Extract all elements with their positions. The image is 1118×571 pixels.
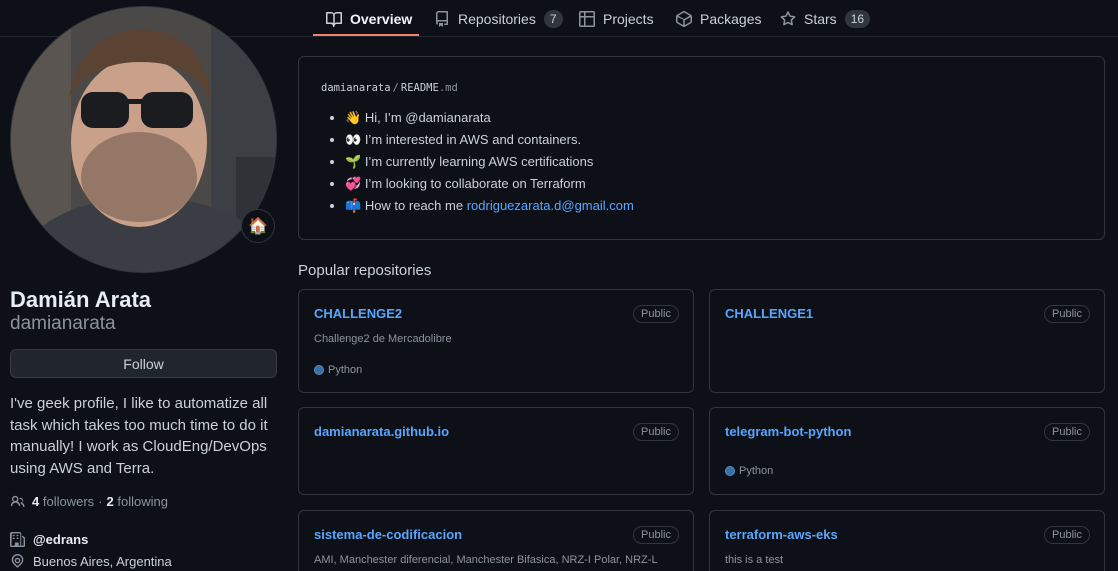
list-item: 🌱 I’m currently learning AWS certificati… <box>345 151 634 173</box>
followers-label: followers <box>42 494 95 509</box>
followers-count: 4 <box>32 494 40 509</box>
list-item: 💞️ I’m looking to collaborate on Terrafo… <box>345 173 634 195</box>
repo-card: telegram-bot-python Public Python <box>709 407 1105 495</box>
tab-label: Repositories <box>458 10 536 27</box>
language-color-dot <box>314 365 324 375</box>
tab-label: Stars <box>804 10 837 27</box>
tab-label: Packages <box>700 10 762 27</box>
repo-icon <box>436 10 448 27</box>
list-item: 👋 Hi, I’m @damianarata <box>345 107 634 129</box>
profile-bio: I've geek profile, I like to automatize … <box>10 395 268 477</box>
repo-name-link[interactable]: telegram-bot-python <box>725 424 851 439</box>
repo-name-link[interactable]: sistema-de-codificacion <box>314 527 462 542</box>
vcard-location: Buenos Aires, Argentina <box>10 554 172 569</box>
readme-owner-link[interactable]: damianarata <box>321 82 391 94</box>
readme-file-ext: .md <box>438 82 458 94</box>
follow-button[interactable]: Follow <box>10 349 277 378</box>
wave-icon: 👋 <box>345 110 362 125</box>
repo-description: AMI, Manchester diferencial, Manchester … <box>314 554 658 566</box>
tab-repositories[interactable]: Repositories 7 <box>434 0 563 37</box>
tab-projects[interactable]: Projects <box>579 0 654 37</box>
profile-fullname: Damián Arata <box>10 287 152 312</box>
following-label: following <box>117 494 168 509</box>
repo-language: Python <box>314 364 362 376</box>
organization-icon <box>10 532 25 547</box>
active-tab-indicator <box>313 34 419 36</box>
visibility-badge: Public <box>1044 423 1090 441</box>
package-icon <box>676 10 692 27</box>
readme-path: damianarata / README.md <box>321 82 458 94</box>
house-icon: 🏠 <box>248 218 268 235</box>
location-text: Buenos Aires, Argentina <box>33 554 172 569</box>
organization-link[interactable]: @edrans <box>33 532 88 547</box>
tab-overview[interactable]: Overview <box>326 0 412 37</box>
visibility-badge: Public <box>1044 526 1090 544</box>
repo-language: Python <box>725 465 773 477</box>
mailbox-icon: 📫 <box>345 198 362 213</box>
repo-card: CHALLENGE1 Public <box>709 289 1105 393</box>
repo-card: damianarata.github.io Public <box>298 407 694 495</box>
language-color-dot <box>725 466 735 476</box>
repo-card: sistema-de-codificacion Public AMI, Manc… <box>298 510 694 571</box>
separator-dot: · <box>98 494 103 509</box>
visibility-badge: Public <box>1044 305 1090 323</box>
seedling-icon: 🌱 <box>345 154 362 169</box>
tab-label: Overview <box>350 10 413 27</box>
profile-readme: damianarata/README.md 👋 Hi, I’m @damiana… <box>298 56 1105 240</box>
repo-description: this is a test <box>725 554 784 566</box>
following-link[interactable]: 2 following <box>107 494 168 509</box>
repositories-count-badge: 7 <box>543 9 563 28</box>
follow-stats: 4 followers · 2 following <box>10 494 168 509</box>
book-icon <box>326 11 342 27</box>
visibility-badge: Public <box>633 526 679 544</box>
eyes-icon: 👀 <box>345 132 362 147</box>
followers-link[interactable]: 4 followers <box>32 494 94 509</box>
repo-name-link[interactable]: terraform-aws-eks <box>725 527 838 542</box>
table-icon <box>579 10 595 27</box>
repo-name-link[interactable]: CHALLENGE2 <box>314 306 402 321</box>
stars-count-badge: 16 <box>844 9 871 28</box>
path-separator: / <box>392 82 399 94</box>
people-icon <box>10 495 25 508</box>
email-link[interactable]: rodriguezarata.d@gmail.com <box>467 198 634 213</box>
visibility-badge: Public <box>633 423 679 441</box>
profile-username: damianarata <box>10 313 116 334</box>
hearts-icon: 💞️ <box>345 176 362 191</box>
repo-card: CHALLENGE2 Public Challenge2 de Mercadol… <box>298 289 694 393</box>
tab-label: Projects <box>603 10 654 27</box>
status-emoji-button[interactable]: 🏠 <box>241 209 275 243</box>
avatar-photo <box>11 7 276 272</box>
list-item: 📫 How to reach me rodriguezarata.d@gmail… <box>345 195 634 217</box>
repo-card: terraform-aws-eks Public this is a test <box>709 510 1105 571</box>
readme-list: 👋 Hi, I’m @damianarata 👀 I’m interested … <box>329 107 634 217</box>
location-icon <box>11 554 24 568</box>
avatar[interactable] <box>10 6 277 273</box>
tab-stars[interactable]: Stars 16 <box>780 0 871 37</box>
repo-name-link[interactable]: damianarata.github.io <box>314 424 449 439</box>
visibility-badge: Public <box>633 305 679 323</box>
popular-repos-title: Popular repositories <box>298 262 432 279</box>
following-count: 2 <box>106 494 114 509</box>
list-item: 👀 I’m interested in AWS and containers. <box>345 129 634 151</box>
star-icon <box>780 10 796 25</box>
repo-description: Challenge2 de Mercadolibre <box>314 333 452 345</box>
tab-packages[interactable]: Packages <box>676 0 761 37</box>
repo-name-link[interactable]: CHALLENGE1 <box>725 306 813 321</box>
vcard-organization: @edrans <box>10 532 88 547</box>
readme-file-link[interactable]: README <box>401 82 439 94</box>
